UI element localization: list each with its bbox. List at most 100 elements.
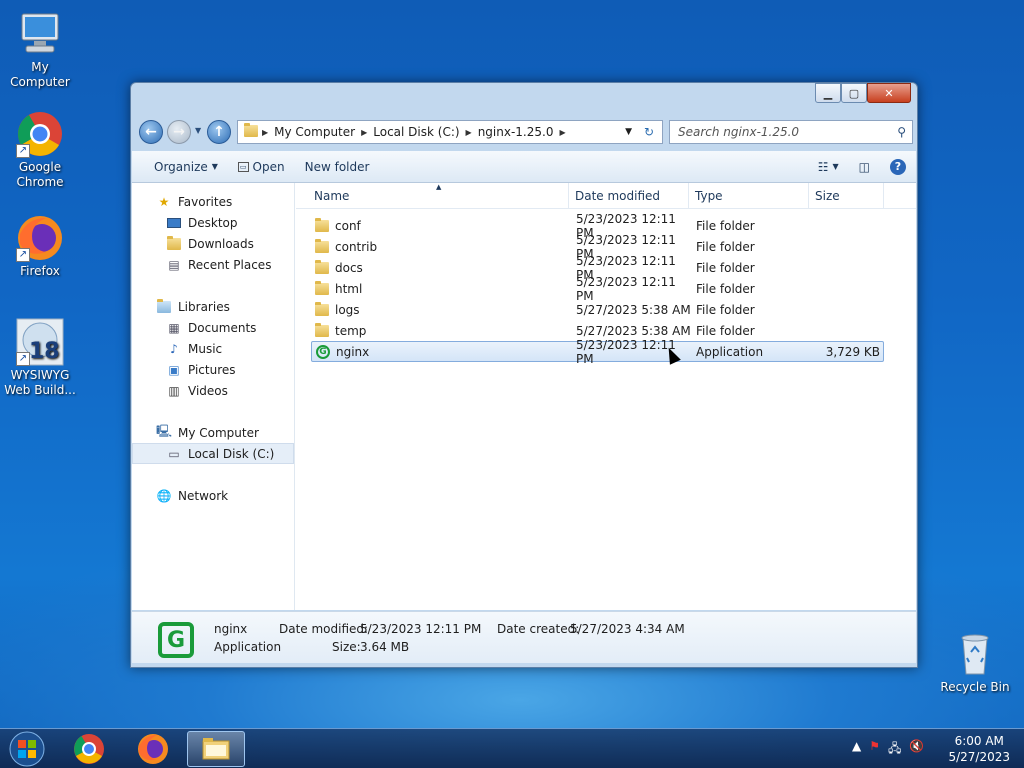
computer-icon: 🖳 [156, 424, 173, 438]
column-header-date[interactable]: Date modified [569, 183, 689, 208]
file-type: File folder [696, 302, 755, 317]
svg-text:18: 18 [29, 339, 60, 364]
file-row-html[interactable]: html 5/23/2023 12:11 PM File folder [311, 275, 884, 303]
nav-desktop[interactable]: Desktop [132, 212, 294, 233]
details-pane: G nginx Application Date modified: 5/23/… [132, 611, 916, 663]
nav-music[interactable]: ♪ Music [132, 338, 294, 359]
file-date: 5/27/2023 5:38 AM [576, 302, 691, 317]
clock[interactable]: 6:00 AM 5/27/2023 [948, 733, 1010, 765]
nav-label: Desktop [188, 215, 238, 230]
breadcrumb-nginx[interactable]: nginx-1.25.0 [472, 125, 560, 139]
nav-label: Network [178, 488, 229, 503]
search-icon[interactable]: ⚲ [897, 125, 906, 139]
file-size: 3,729 KB [825, 344, 880, 359]
column-header-type[interactable]: Type [689, 183, 809, 208]
column-header-size[interactable]: Size [809, 183, 884, 208]
nav-pictures[interactable]: ▣ Pictures [132, 359, 294, 380]
folder-icon [315, 301, 329, 316]
minimize-icon: ▁ [823, 86, 833, 100]
nginx-app-icon: G [316, 344, 330, 359]
refresh-icon[interactable]: ↻ [644, 125, 654, 139]
nav-label: My Computer [178, 425, 259, 440]
nav-documents[interactable]: ▦ Documents [132, 317, 294, 338]
network-status-icon[interactable]: 🖧 [888, 739, 901, 760]
breadcrumb-my-computer[interactable]: My Computer [268, 125, 361, 139]
sort-ascending-icon: ▲ [436, 183, 442, 191]
shortcut-arrow-icon: ↗ [16, 144, 30, 158]
nav-local-disk[interactable]: ▭ Local Disk (C:) [132, 443, 294, 464]
command-bar: Organize ▼ ▭ Open New folder ☷ ▼ ◫ ? [132, 151, 916, 183]
folder-icon [315, 259, 329, 274]
music-icon: ♪ [170, 341, 178, 356]
nav-label: Libraries [178, 299, 230, 314]
nav-label: Favorites [178, 194, 233, 209]
file-type: File folder [696, 281, 755, 296]
navigation-pane: ★ Favorites Desktop Downloads ▤ Recent Pla… [132, 183, 295, 610]
action-center-icon[interactable]: ⚑ [869, 739, 880, 760]
maximize-button[interactable]: ▢ [841, 83, 867, 103]
system-tray: ▲ ⚑ 🖧 🔇 [852, 739, 924, 760]
column-header-name[interactable]: Name ▲ [296, 183, 569, 208]
downloads-icon [166, 235, 182, 252]
taskbar-chrome[interactable] [60, 731, 118, 767]
search-box[interactable]: Search nginx-1.25.0 ⚲ [669, 120, 913, 144]
back-button[interactable]: ← [139, 120, 163, 144]
desktop-icon-chrome[interactable]: ↗ Google Chrome [0, 110, 80, 190]
shortcut-arrow-icon: ↗ [16, 352, 30, 366]
computer-icon [16, 10, 64, 58]
nav-downloads[interactable]: Downloads [132, 233, 294, 254]
new-folder-button[interactable]: New folder [295, 160, 380, 174]
chevron-down-icon: ▼ [832, 162, 839, 171]
nav-recent-places[interactable]: ▤ Recent Places [132, 254, 294, 275]
videos-icon: ▥ [168, 383, 180, 398]
nav-label: Videos [188, 383, 228, 398]
nav-libraries[interactable]: Libraries [132, 296, 294, 317]
help-icon: ? [890, 158, 906, 175]
folder-icon [315, 280, 329, 295]
details-date-created: 5/27/2023 4:34 AM [570, 622, 685, 636]
nav-favorites[interactable]: ★ Favorites [132, 191, 294, 212]
details-file-name: nginx [214, 622, 248, 636]
file-type: File folder [696, 218, 755, 233]
column-headers: Name ▲ Date modified Type Size [296, 183, 916, 209]
up-button[interactable]: ↑ [207, 120, 231, 144]
minimize-button[interactable]: ▁ [815, 83, 841, 103]
taskbar-firefox[interactable] [124, 731, 182, 767]
chrome-icon: ↗ [16, 110, 64, 158]
preview-pane-button[interactable]: ◫ [849, 160, 880, 174]
open-icon: ▭ [237, 161, 249, 172]
close-button[interactable]: ✕ [867, 83, 911, 103]
help-button[interactable]: ? [880, 158, 916, 175]
folder-icon [315, 217, 329, 232]
file-name: docs [335, 260, 363, 275]
firefox-icon: ↗ [16, 214, 64, 262]
recent-pages-dropdown[interactable]: ▼ [195, 126, 201, 135]
desktop-icon-my-computer[interactable]: My Computer [0, 10, 80, 90]
desktop-icon-label: Firefox [20, 264, 60, 278]
documents-icon: ▦ [168, 320, 180, 335]
address-bar[interactable]: ▶ My Computer ▶ Local Disk (C:) ▶ nginx-… [237, 120, 663, 144]
preview-pane-icon: ◫ [858, 159, 870, 174]
firefox-icon [138, 734, 168, 764]
desktop-icon-recycle-bin[interactable]: Recycle Bin [935, 630, 1015, 695]
nav-network[interactable]: 🌐 Network [132, 485, 294, 506]
file-row-logs[interactable]: logs 5/27/2023 5:38 AM File folder [311, 299, 884, 320]
details-date-modified-label: Date modified: [279, 622, 369, 636]
file-row-nginx[interactable]: Gnginx 5/23/2023 12:11 PM Application 3,… [311, 338, 884, 366]
organize-button[interactable]: Organize ▼ [144, 160, 228, 174]
show-hidden-icons-icon[interactable]: ▲ [852, 739, 861, 760]
search-placeholder: Search nginx-1.25.0 [678, 125, 800, 139]
change-view-button[interactable]: ☷ ▼ [808, 160, 849, 174]
forward-arrow-icon: → [173, 124, 185, 140]
breadcrumb-local-disk[interactable]: Local Disk (C:) [367, 125, 465, 139]
forward-button[interactable]: → [167, 120, 191, 144]
open-button[interactable]: ▭ Open [228, 160, 295, 174]
taskbar-explorer[interactable] [187, 731, 245, 767]
start-button[interactable] [0, 731, 54, 767]
nav-my-computer[interactable]: 🖳 My Computer [132, 422, 294, 443]
desktop-icon-wysiwyg[interactable]: 18 ↗ WYSIWYG Web Build... [0, 318, 80, 398]
address-dropdown-icon[interactable]: ▼ [625, 127, 632, 137]
volume-muted-icon[interactable]: 🔇 [909, 739, 924, 760]
nav-videos[interactable]: ▥ Videos [132, 380, 294, 401]
desktop-icon-firefox[interactable]: ↗ Firefox [0, 214, 80, 279]
